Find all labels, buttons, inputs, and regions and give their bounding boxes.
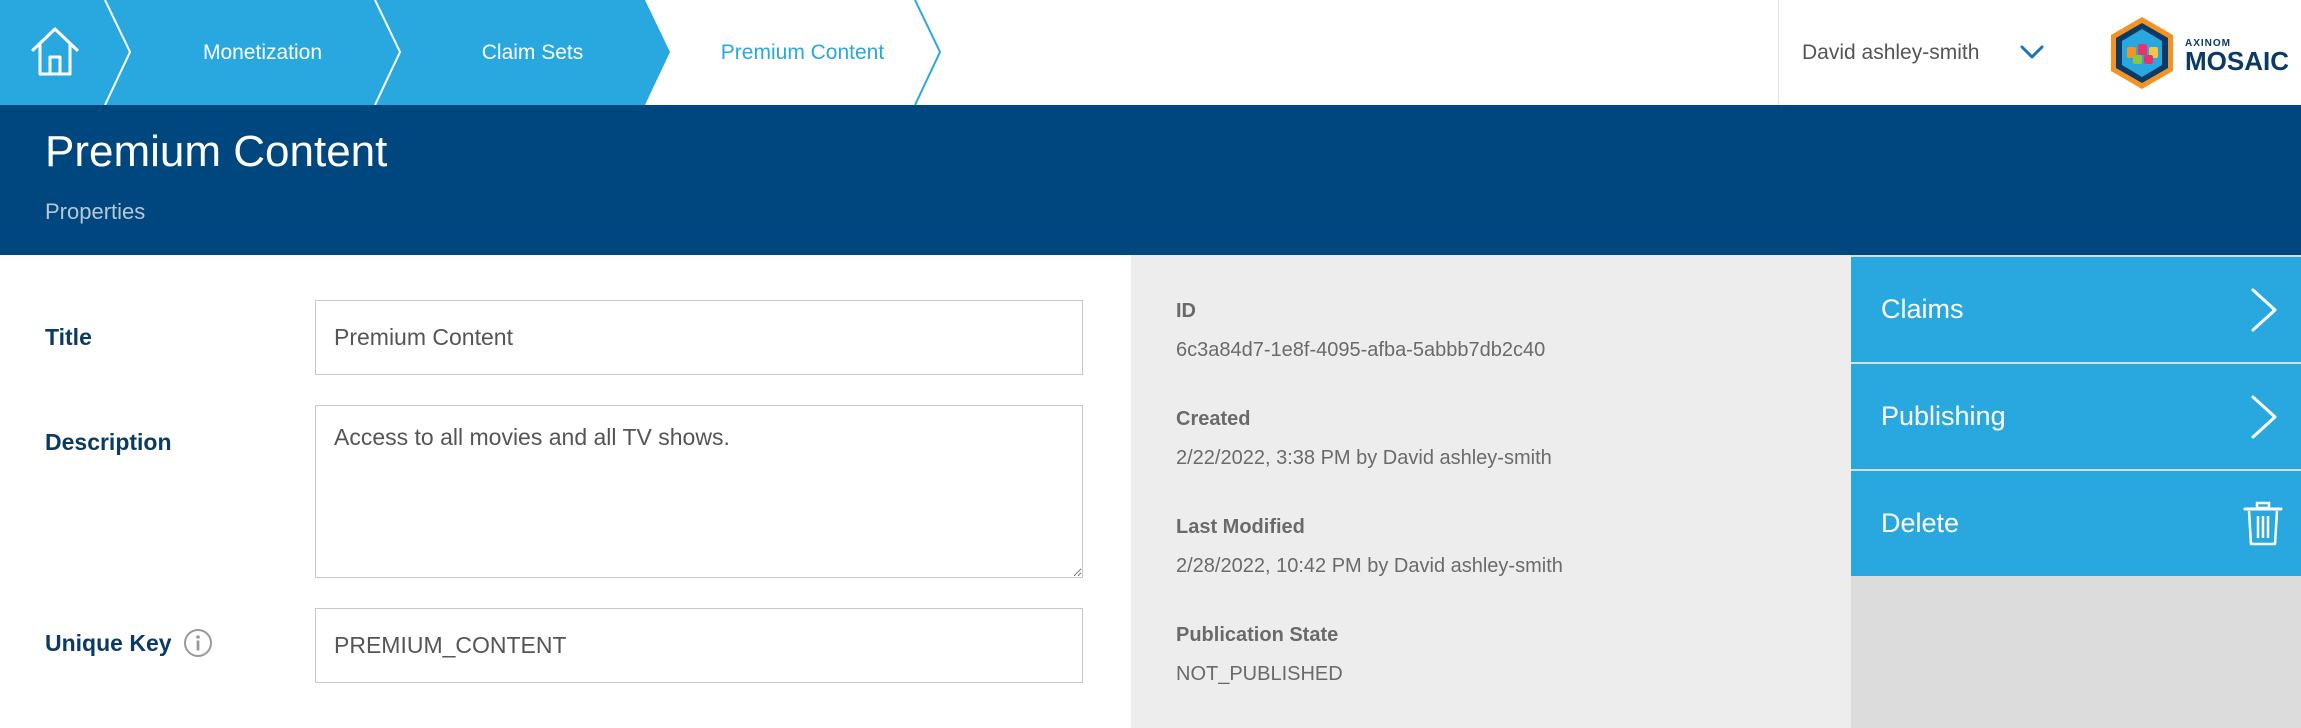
- actions-panel: Claims Publishing Delete: [1851, 255, 2301, 728]
- details-panel: ID 6c3a84d7-1e8f-4095-afba-5abbb7db2c40 …: [1131, 255, 1851, 728]
- title-label: Title: [45, 324, 92, 350]
- breadcrumb-item-claim-sets[interactable]: Claim Sets: [400, 0, 665, 105]
- mosaic-logo: AXINOM MOSAIC: [2103, 14, 2289, 92]
- info-icon[interactable]: [183, 628, 213, 658]
- user-name: David ashley-smith: [1802, 41, 1980, 64]
- chevron-right-icon: [2251, 395, 2277, 439]
- publication-state-label: Publication State: [1176, 624, 1339, 646]
- description-label: Description: [45, 429, 172, 455]
- unique-key-label: Unique Key: [45, 630, 172, 656]
- title-input[interactable]: [315, 300, 1083, 375]
- created-value: 2/22/2022, 3:38 PM by David ashley-smith: [1176, 447, 1552, 469]
- mosaic-logo-icon: [2111, 17, 2173, 89]
- page-header: Premium Content Properties: [0, 105, 2301, 255]
- claims-button-label: Claims: [1881, 294, 1964, 324]
- last-modified-value: 2/28/2022, 10:42 PM by David ashley-smit…: [1176, 555, 1563, 577]
- unique-key-input[interactable]: [315, 608, 1083, 683]
- home-button[interactable]: [0, 0, 105, 105]
- created-label: Created: [1176, 408, 1251, 430]
- id-label: ID: [1176, 300, 1196, 322]
- properties-form: Title Description Access to all movies a…: [0, 255, 1131, 728]
- trash-icon: [2243, 501, 2283, 546]
- page-subtitle: Properties: [45, 199, 146, 224]
- top-bar: Monetization Claim Sets Premium Content …: [0, 0, 2301, 105]
- breadcrumb-item-premium-content: Premium Content: [720, 41, 885, 64]
- page-title: Premium Content: [45, 127, 388, 176]
- publishing-button-label: Publishing: [1881, 401, 2006, 431]
- delete-button[interactable]: Delete: [1851, 471, 2301, 576]
- last-modified-label: Last Modified: [1176, 516, 1305, 538]
- claims-button[interactable]: Claims: [1851, 257, 2301, 362]
- delete-button-label: Delete: [1881, 508, 1960, 538]
- id-value: 6c3a84d7-1e8f-4095-afba-5abbb7db2c40: [1176, 339, 1546, 361]
- breadcrumb-item-monetization[interactable]: Monetization: [130, 0, 395, 105]
- chevron-right-icon: [2251, 288, 2277, 332]
- user-menu[interactable]: David ashley-smith: [1778, 0, 2095, 105]
- description-textarea[interactable]: Access to all movies and all TV shows.: [315, 405, 1083, 578]
- chevron-down-icon: [2020, 45, 2044, 59]
- publication-state-value: NOT_PUBLISHED: [1176, 663, 1343, 685]
- breadcrumb: Monetization Claim Sets Premium Content: [0, 0, 945, 105]
- publishing-button[interactable]: Publishing: [1851, 364, 2301, 469]
- home-icon: [31, 27, 79, 76]
- logo-brand-big: MOSAIC: [2185, 46, 2289, 76]
